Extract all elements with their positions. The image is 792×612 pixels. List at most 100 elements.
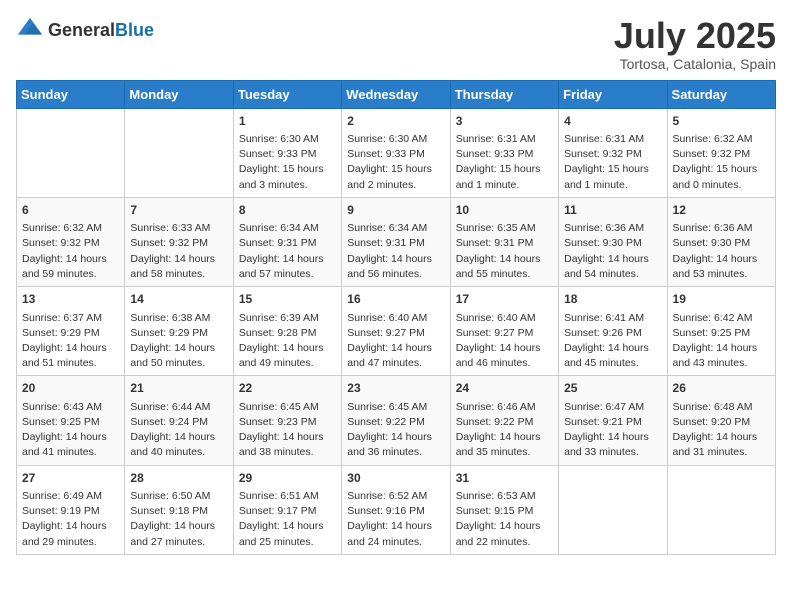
day-info: Sunset: 9:19 PM bbox=[22, 504, 119, 519]
day-info: Sunrise: 6:33 AM bbox=[130, 221, 227, 236]
day-cell-31: 31Sunrise: 6:53 AMSunset: 9:15 PMDayligh… bbox=[450, 465, 558, 554]
day-info: Sunset: 9:30 PM bbox=[673, 236, 770, 251]
day-number: 26 bbox=[673, 380, 770, 397]
day-info: Sunrise: 6:32 AM bbox=[673, 132, 770, 147]
day-info: and 57 minutes. bbox=[239, 267, 336, 282]
day-number: 6 bbox=[22, 202, 119, 219]
day-info: Sunrise: 6:38 AM bbox=[130, 311, 227, 326]
day-number: 5 bbox=[673, 113, 770, 130]
day-info: and 22 minutes. bbox=[456, 535, 553, 550]
day-header-wednesday: Wednesday bbox=[342, 80, 450, 108]
day-info: Sunrise: 6:45 AM bbox=[239, 400, 336, 415]
day-info: Sunrise: 6:40 AM bbox=[456, 311, 553, 326]
day-info: Sunset: 9:25 PM bbox=[22, 415, 119, 430]
day-info: and 51 minutes. bbox=[22, 356, 119, 371]
day-cell-10: 10Sunrise: 6:35 AMSunset: 9:31 PMDayligh… bbox=[450, 197, 558, 286]
days-header-row: SundayMondayTuesdayWednesdayThursdayFrid… bbox=[17, 80, 776, 108]
day-info: Sunset: 9:31 PM bbox=[347, 236, 444, 251]
day-info: Sunset: 9:16 PM bbox=[347, 504, 444, 519]
day-info: Sunset: 9:32 PM bbox=[564, 147, 661, 162]
day-info: Sunrise: 6:43 AM bbox=[22, 400, 119, 415]
day-info: Daylight: 14 hours bbox=[130, 252, 227, 267]
day-info: Sunset: 9:15 PM bbox=[456, 504, 553, 519]
day-info: and 40 minutes. bbox=[130, 445, 227, 460]
day-cell-3: 3Sunrise: 6:31 AMSunset: 9:33 PMDaylight… bbox=[450, 108, 558, 197]
day-cell-18: 18Sunrise: 6:41 AMSunset: 9:26 PMDayligh… bbox=[559, 287, 667, 376]
day-info: Sunset: 9:33 PM bbox=[239, 147, 336, 162]
day-info: and 38 minutes. bbox=[239, 445, 336, 460]
day-info: Sunrise: 6:46 AM bbox=[456, 400, 553, 415]
day-cell-16: 16Sunrise: 6:40 AMSunset: 9:27 PMDayligh… bbox=[342, 287, 450, 376]
day-info: Daylight: 15 hours bbox=[456, 162, 553, 177]
day-cell-17: 17Sunrise: 6:40 AMSunset: 9:27 PMDayligh… bbox=[450, 287, 558, 376]
day-info: Sunset: 9:33 PM bbox=[456, 147, 553, 162]
day-info: and 56 minutes. bbox=[347, 267, 444, 282]
day-info: Daylight: 14 hours bbox=[347, 519, 444, 534]
day-number: 16 bbox=[347, 291, 444, 308]
day-number: 9 bbox=[347, 202, 444, 219]
day-info: Sunset: 9:26 PM bbox=[564, 326, 661, 341]
calendar-table: SundayMondayTuesdayWednesdayThursdayFrid… bbox=[16, 80, 776, 555]
day-number: 13 bbox=[22, 291, 119, 308]
day-cell-2: 2Sunrise: 6:30 AMSunset: 9:33 PMDaylight… bbox=[342, 108, 450, 197]
day-info: Sunrise: 6:30 AM bbox=[239, 132, 336, 147]
day-cell-23: 23Sunrise: 6:45 AMSunset: 9:22 PMDayligh… bbox=[342, 376, 450, 465]
day-info: Sunset: 9:24 PM bbox=[130, 415, 227, 430]
day-info: Daylight: 14 hours bbox=[456, 430, 553, 445]
day-info: Daylight: 14 hours bbox=[22, 430, 119, 445]
day-info: Daylight: 14 hours bbox=[22, 519, 119, 534]
day-info: Sunrise: 6:53 AM bbox=[456, 489, 553, 504]
day-number: 27 bbox=[22, 470, 119, 487]
week-row-4: 20Sunrise: 6:43 AMSunset: 9:25 PMDayligh… bbox=[17, 376, 776, 465]
day-info: Daylight: 14 hours bbox=[239, 519, 336, 534]
day-cell-11: 11Sunrise: 6:36 AMSunset: 9:30 PMDayligh… bbox=[559, 197, 667, 286]
day-info: and 47 minutes. bbox=[347, 356, 444, 371]
day-info: Daylight: 14 hours bbox=[456, 519, 553, 534]
day-number: 24 bbox=[456, 380, 553, 397]
logo-icon bbox=[16, 16, 44, 44]
day-info: Daylight: 14 hours bbox=[130, 341, 227, 356]
page-header: GeneralBlue July 2025 Tortosa, Catalonia… bbox=[16, 16, 776, 72]
day-info: Sunrise: 6:34 AM bbox=[239, 221, 336, 236]
day-cell-9: 9Sunrise: 6:34 AMSunset: 9:31 PMDaylight… bbox=[342, 197, 450, 286]
logo-text-blue: Blue bbox=[115, 20, 154, 40]
day-info: Sunset: 9:23 PM bbox=[239, 415, 336, 430]
day-info: Daylight: 14 hours bbox=[22, 252, 119, 267]
day-info: Sunset: 9:27 PM bbox=[347, 326, 444, 341]
day-header-saturday: Saturday bbox=[667, 80, 775, 108]
day-info: and 31 minutes. bbox=[673, 445, 770, 460]
day-cell-1: 1Sunrise: 6:30 AMSunset: 9:33 PMDaylight… bbox=[233, 108, 341, 197]
day-info: Sunrise: 6:32 AM bbox=[22, 221, 119, 236]
day-number: 21 bbox=[130, 380, 227, 397]
day-cell-20: 20Sunrise: 6:43 AMSunset: 9:25 PMDayligh… bbox=[17, 376, 125, 465]
day-info: Daylight: 14 hours bbox=[130, 519, 227, 534]
day-info: Daylight: 15 hours bbox=[239, 162, 336, 177]
day-info: Daylight: 14 hours bbox=[347, 430, 444, 445]
day-info: Sunset: 9:32 PM bbox=[130, 236, 227, 251]
day-info: Sunrise: 6:35 AM bbox=[456, 221, 553, 236]
day-info: Daylight: 14 hours bbox=[239, 430, 336, 445]
location: Tortosa, Catalonia, Spain bbox=[614, 56, 776, 72]
day-info: Sunrise: 6:48 AM bbox=[673, 400, 770, 415]
day-info: and 45 minutes. bbox=[564, 356, 661, 371]
day-header-sunday: Sunday bbox=[17, 80, 125, 108]
day-header-thursday: Thursday bbox=[450, 80, 558, 108]
day-info: and 53 minutes. bbox=[673, 267, 770, 282]
day-cell-8: 8Sunrise: 6:34 AMSunset: 9:31 PMDaylight… bbox=[233, 197, 341, 286]
day-cell-6: 6Sunrise: 6:32 AMSunset: 9:32 PMDaylight… bbox=[17, 197, 125, 286]
day-info: Sunrise: 6:39 AM bbox=[239, 311, 336, 326]
day-info: Sunset: 9:29 PM bbox=[22, 326, 119, 341]
day-info: Sunrise: 6:31 AM bbox=[456, 132, 553, 147]
day-info: and 46 minutes. bbox=[456, 356, 553, 371]
empty-cell bbox=[559, 465, 667, 554]
week-row-2: 6Sunrise: 6:32 AMSunset: 9:32 PMDaylight… bbox=[17, 197, 776, 286]
day-cell-28: 28Sunrise: 6:50 AMSunset: 9:18 PMDayligh… bbox=[125, 465, 233, 554]
day-info: and 25 minutes. bbox=[239, 535, 336, 550]
day-info: and 55 minutes. bbox=[456, 267, 553, 282]
day-info: Sunset: 9:20 PM bbox=[673, 415, 770, 430]
day-info: Sunset: 9:29 PM bbox=[130, 326, 227, 341]
day-cell-19: 19Sunrise: 6:42 AMSunset: 9:25 PMDayligh… bbox=[667, 287, 775, 376]
month-title: July 2025 bbox=[614, 16, 776, 56]
day-info: Daylight: 14 hours bbox=[22, 341, 119, 356]
day-info: and 24 minutes. bbox=[347, 535, 444, 550]
